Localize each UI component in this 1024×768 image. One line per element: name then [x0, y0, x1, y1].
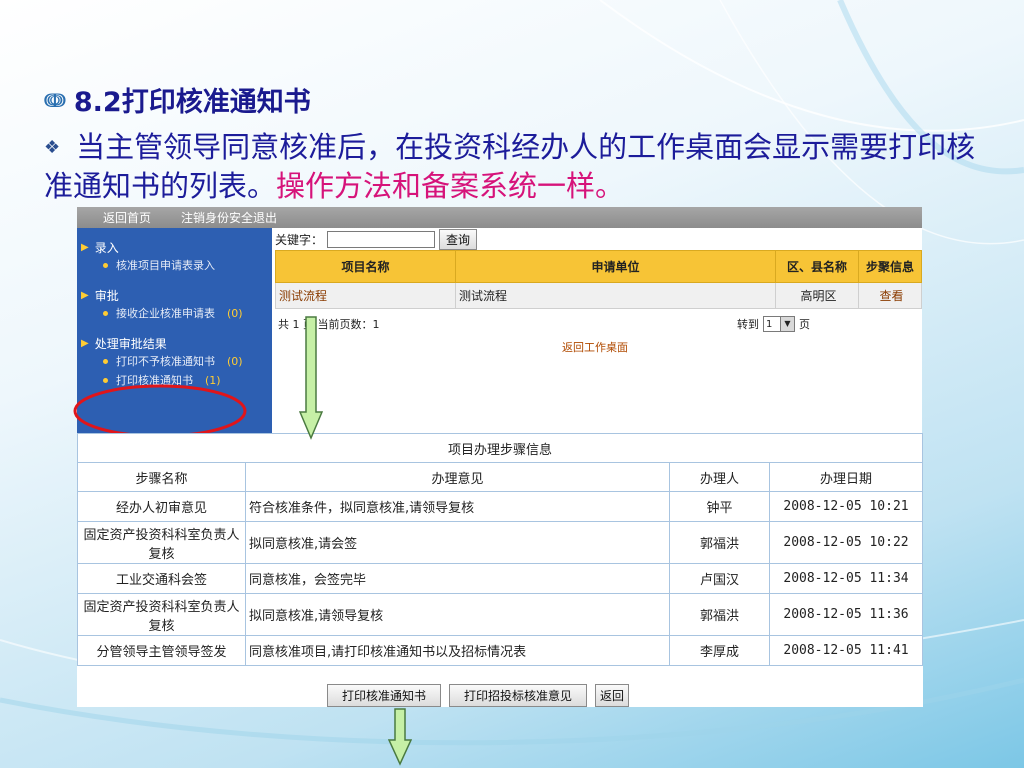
page-summary: 共 1 页 当前页数：1	[278, 318, 380, 331]
steps-screenshot: 项目办理步骤信息 步骤名称 办理意见 办理人 办理日期 经办人初审意见 符合核准…	[77, 433, 923, 707]
goto-label: 转到	[737, 318, 759, 331]
steps-table-title: 项目办理步骤信息	[77, 433, 923, 463]
col-district: 区、县名称	[775, 250, 859, 283]
cell-handler: 卢国汉	[669, 563, 770, 594]
cell-step: 固定资产投资科科室负责人复核	[77, 521, 246, 564]
sidebar-group-entry[interactable]: ▶ 录入	[77, 232, 272, 255]
sidebar: ▶ 录入 核准项目申请表录入 ▶ 审批 接收企业核准申请表 (0) ▶ 处理审批结果 打…	[77, 228, 272, 433]
bullet-dot-icon	[103, 377, 108, 383]
swirl-bullet-icon: ↈ	[44, 87, 66, 112]
back-to-desk-link[interactable]: 返回工作桌面	[562, 339, 628, 355]
arrow-right-icon: ▶	[81, 241, 89, 253]
cell-handler: 李厚成	[669, 635, 770, 666]
table-row: 工业交通科会签 同意核准，会签完毕 卢国汉 2008-12-05 11:34	[77, 563, 923, 594]
table-header-row: 项目名称 申请单位 区、县名称 步聚信息	[275, 250, 922, 283]
cell-step: 分管领导主管领导签发	[77, 635, 246, 666]
col-date: 办理日期	[769, 462, 923, 492]
cell-opinion: 同意核准项目,请打印核准通知书以及招标情况表	[245, 635, 670, 666]
page-select[interactable]: 1 ▼	[763, 316, 795, 332]
col-applicant: 申请单位	[455, 250, 776, 283]
cell-applicant: 测试流程	[455, 282, 776, 309]
search-row: 关键字： 查询	[275, 228, 922, 250]
view-steps-link[interactable]: 查看	[858, 282, 922, 309]
arrow-right-icon: ▶	[81, 337, 89, 349]
col-steps: 步聚信息	[858, 250, 922, 283]
pager: 共 1 页 当前页数：1 转到 1 ▼ 页 返回工作桌面	[275, 314, 922, 354]
cell-opinion: 符合核准条件，拟同意核准,请领导复核	[245, 491, 670, 522]
cell-handler: 钟平	[669, 491, 770, 522]
heading-text: 8.2打印核准通知书	[73, 87, 311, 118]
table-header-row: 步骤名称 办理意见 办理人 办理日期	[77, 462, 923, 492]
slide-paragraph: ❖ 当主管领导同意核准后，在投资科经办人的工作桌面会显示需要打印核准通知书的列表。…	[44, 128, 994, 205]
sidebar-group-approve[interactable]: ▶ 审批	[77, 280, 272, 303]
table-row: 固定资产投资科科室负责人复核 拟同意核准,请领导复核 郭福洪 2008-12-0…	[77, 593, 923, 636]
bullet-dot-icon	[103, 310, 108, 316]
worklist-screenshot: 返回首页 注销身份安全退出 ▶ 录入 核准项目申请表录入 ▶ 审批 接收企业核准申请…	[77, 207, 922, 433]
table-row: 固定资产投资科科室负责人复核 拟同意核准,请会签 郭福洪 2008-12-05 …	[77, 521, 923, 564]
back-button[interactable]: 返回	[595, 684, 630, 707]
query-button[interactable]: 查询	[439, 228, 478, 250]
cell-date: 2008-12-05 11:41	[769, 635, 923, 666]
cell-handler: 郭福洪	[669, 521, 770, 564]
col-opinion: 办理意见	[245, 462, 670, 492]
print-notice-button[interactable]: 打印核准通知书	[327, 684, 442, 707]
page-unit: 页	[799, 318, 810, 331]
col-handler: 办理人	[669, 462, 770, 492]
print-tender-button[interactable]: 打印招投标核准意见	[449, 684, 588, 707]
cell-date: 2008-12-05 10:21	[769, 491, 923, 522]
cell-step: 固定资产投资科科室负责人复核	[77, 593, 246, 636]
cell-step: 工业交通科会签	[77, 563, 246, 594]
cell-handler: 郭福洪	[669, 593, 770, 636]
home-link[interactable]: 返回首页	[103, 209, 151, 226]
cell-opinion: 拟同意核准,请领导复核	[245, 593, 670, 636]
down-arrow-icon	[388, 708, 412, 766]
cell-project-name[interactable]: 测试流程	[275, 282, 456, 309]
goto-page: 转到 1 ▼ 页	[737, 316, 810, 332]
table-row: 测试流程 测试流程 高明区 查看	[275, 282, 922, 309]
search-label: 关键字：	[275, 232, 324, 247]
table-row: 经办人初审意见 符合核准条件，拟同意核准,请领导复核 钟平 2008-12-05…	[77, 491, 923, 522]
arrow-right-icon: ▶	[81, 289, 89, 301]
diamond-bullet-icon: ❖	[44, 137, 61, 158]
cell-district: 高明区	[775, 282, 859, 309]
col-step-name: 步骤名称	[77, 462, 246, 492]
col-project-name: 项目名称	[275, 250, 456, 283]
table-row: 分管领导主管领导签发 同意核准项目,请打印核准通知书以及招标情况表 李厚成 20…	[77, 635, 923, 666]
cell-opinion: 同意核准，会签完毕	[245, 563, 670, 594]
sidebar-item-print-approve[interactable]: 打印核准通知书 (1)	[77, 372, 272, 388]
sidebar-item-receive[interactable]: 接收企业核准申请表 (0)	[77, 302, 272, 324]
chevron-down-icon: ▼	[780, 317, 794, 331]
sidebar-group-results[interactable]: ▶ 处理审批结果	[77, 328, 272, 351]
bottom-buttons: 打印核准通知书 打印招投标核准意见 返回	[327, 684, 630, 707]
worklist-table: 项目名称 申请单位 区、县名称 步聚信息 测试流程 测试流程 高明区 查看	[275, 250, 922, 309]
top-nav-bar: 返回首页 注销身份安全退出	[77, 207, 922, 228]
cell-date: 2008-12-05 11:36	[769, 593, 923, 636]
cell-date: 2008-12-05 10:22	[769, 521, 923, 564]
cell-opinion: 拟同意核准,请会签	[245, 521, 670, 564]
paragraph-highlight: 操作方法和备案系统一样。	[276, 169, 625, 203]
cell-date: 2008-12-05 11:34	[769, 563, 923, 594]
bullet-dot-icon	[103, 358, 108, 364]
logout-link[interactable]: 注销身份安全退出	[181, 209, 277, 226]
worklist-main: 关键字： 查询 项目名称 申请单位 区、县名称 步聚信息 测试流程 测试流程 高…	[275, 228, 922, 433]
cell-step: 经办人初审意见	[77, 491, 246, 522]
bullet-dot-icon	[103, 262, 108, 268]
sidebar-item-entry-form[interactable]: 核准项目申请表录入	[77, 254, 272, 276]
sidebar-item-print-reject[interactable]: 打印不予核准通知书 (0)	[77, 350, 272, 372]
keyword-input[interactable]	[327, 230, 436, 248]
slide-heading: ↈ 8.2打印核准通知书	[44, 80, 311, 119]
steps-table: 项目办理步骤信息 步骤名称 办理意见 办理人 办理日期 经办人初审意见 符合核准…	[77, 433, 923, 666]
